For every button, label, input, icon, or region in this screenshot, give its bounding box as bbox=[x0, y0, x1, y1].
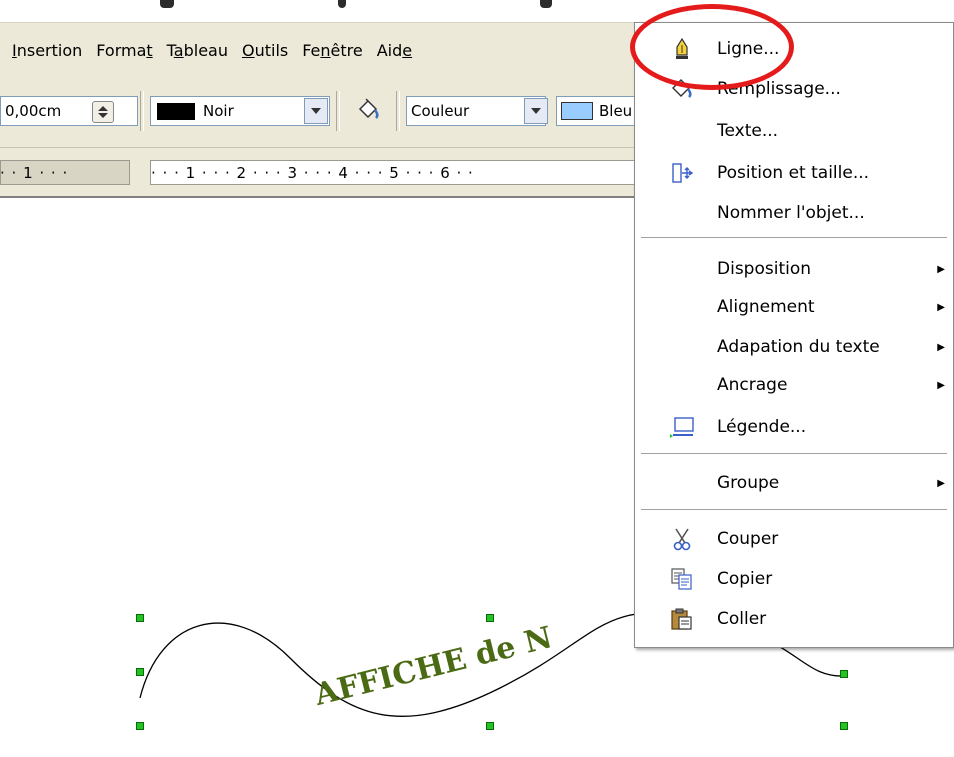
paint-bucket-icon bbox=[358, 98, 379, 119]
menu-item-label: Groupe bbox=[717, 473, 780, 493]
submenu-arrow-icon: ▶ bbox=[937, 301, 945, 313]
copy-icon bbox=[669, 566, 695, 592]
menu-item-label: Copier bbox=[717, 569, 773, 589]
selection-handle[interactable] bbox=[840, 670, 848, 678]
menu-item-adapation-texte[interactable]: Adapation du texte ▶ bbox=[635, 329, 953, 365]
menu-item-nommer-objet[interactable]: Nommer l'objet... bbox=[635, 195, 953, 231]
menu-item-label: Couper bbox=[717, 529, 779, 549]
menu-format[interactable]: Format bbox=[89, 41, 159, 60]
menu-item-groupe[interactable]: Groupe ▶ bbox=[635, 465, 953, 501]
toolbar-separator bbox=[336, 91, 340, 131]
submenu-arrow-icon: ▶ bbox=[937, 379, 945, 391]
ruler-left-scale: · · 1 · · · bbox=[0, 160, 130, 185]
selection-handle[interactable] bbox=[136, 668, 144, 676]
menu-item-couper[interactable]: Couper bbox=[635, 521, 953, 557]
menu-divider bbox=[641, 453, 947, 455]
menu-item-label: Position et taille... bbox=[717, 163, 870, 183]
menu-item-coller[interactable]: Coller bbox=[635, 601, 953, 637]
fill-type-dropdown[interactable] bbox=[524, 98, 548, 124]
selection-handle[interactable] bbox=[136, 722, 144, 730]
menu-tableau[interactable]: Tableau bbox=[160, 41, 235, 60]
menu-outils[interactable]: Outils bbox=[235, 41, 295, 60]
paste-icon bbox=[669, 606, 695, 632]
line-color-swatch bbox=[157, 102, 195, 120]
menu-item-disposition[interactable]: Disposition ▶ bbox=[635, 251, 953, 287]
submenu-arrow-icon: ▶ bbox=[937, 477, 945, 489]
line-width-field[interactable]: 0,00cm bbox=[0, 96, 138, 126]
selection-handle[interactable] bbox=[486, 614, 494, 622]
fill-type-label: Couleur bbox=[411, 102, 470, 120]
menu-insertion[interactable]: Insertion bbox=[0, 41, 89, 60]
ruler-left-ticks: · · 1 · · · bbox=[0, 163, 69, 182]
menu-item-position-taille[interactable]: Position et taille... bbox=[635, 155, 953, 191]
ruler-main-scale: · · · 1 · · · 2 · · · 3 · · · 4 · · · 5 … bbox=[150, 160, 650, 185]
menu-aide[interactable]: Aide bbox=[370, 41, 419, 60]
context-menu: Ligne... Remplissage... Texte... Positio… bbox=[634, 22, 954, 648]
menu-divider bbox=[641, 509, 947, 511]
area-style-button[interactable] bbox=[350, 94, 386, 126]
highlight-ellipse bbox=[630, 4, 794, 90]
chevron-down-icon bbox=[531, 108, 541, 114]
line-color-dropdown[interactable] bbox=[304, 98, 328, 124]
menu-item-label: Texte... bbox=[717, 121, 779, 141]
menu-item-alignement[interactable]: Alignement ▶ bbox=[635, 289, 953, 325]
spinner-arrows-icon bbox=[98, 106, 108, 118]
menu-item-label: Nommer l'objet... bbox=[717, 203, 865, 223]
selection-handle[interactable] bbox=[486, 722, 494, 730]
title-fragment bbox=[160, 0, 174, 8]
fill-color-swatch bbox=[561, 102, 593, 120]
menu-item-legende[interactable]: Légende... bbox=[635, 409, 953, 445]
fill-color-select[interactable]: Bleu bbox=[556, 96, 636, 126]
title-fragment bbox=[540, 0, 552, 8]
menu-item-texte[interactable]: Texte... bbox=[635, 113, 953, 149]
title-fragment bbox=[338, 0, 346, 8]
menu-item-label: Alignement bbox=[717, 297, 815, 317]
toolbar-separator bbox=[396, 91, 400, 131]
menu-item-label: Disposition bbox=[717, 259, 812, 279]
menu-fenetre[interactable]: Fenêtre bbox=[295, 41, 370, 60]
line-width-value: 0,00cm bbox=[5, 102, 62, 120]
submenu-arrow-icon: ▶ bbox=[937, 263, 945, 275]
chevron-down-icon bbox=[311, 108, 321, 114]
menu-item-ancrage[interactable]: Ancrage ▶ bbox=[635, 367, 953, 403]
menu-item-label: Coller bbox=[717, 609, 767, 629]
scissors-icon bbox=[669, 526, 695, 552]
ruler-main-ticks: · · · 1 · · · 2 · · · 3 · · · 4 · · · 5 … bbox=[151, 163, 474, 182]
position-size-icon bbox=[669, 160, 695, 186]
menu-item-label: Légende... bbox=[717, 417, 807, 437]
menu-item-copier[interactable]: Copier bbox=[635, 561, 953, 597]
menu-item-label: Adapation du texte bbox=[717, 337, 880, 357]
selection-handle[interactable] bbox=[840, 722, 848, 730]
title-strip bbox=[0, 0, 954, 22]
line-color-label: Noir bbox=[203, 102, 234, 120]
selection-handle[interactable] bbox=[136, 614, 144, 622]
caption-icon bbox=[669, 414, 695, 440]
line-width-spinner[interactable] bbox=[92, 101, 114, 123]
submenu-arrow-icon: ▶ bbox=[937, 341, 945, 353]
line-color-select[interactable]: Noir bbox=[150, 96, 330, 126]
toolbar-separator bbox=[140, 91, 144, 131]
fill-color-label: Bleu bbox=[599, 102, 633, 120]
menu-item-label: Ancrage bbox=[717, 375, 788, 395]
menu-divider bbox=[641, 237, 947, 239]
